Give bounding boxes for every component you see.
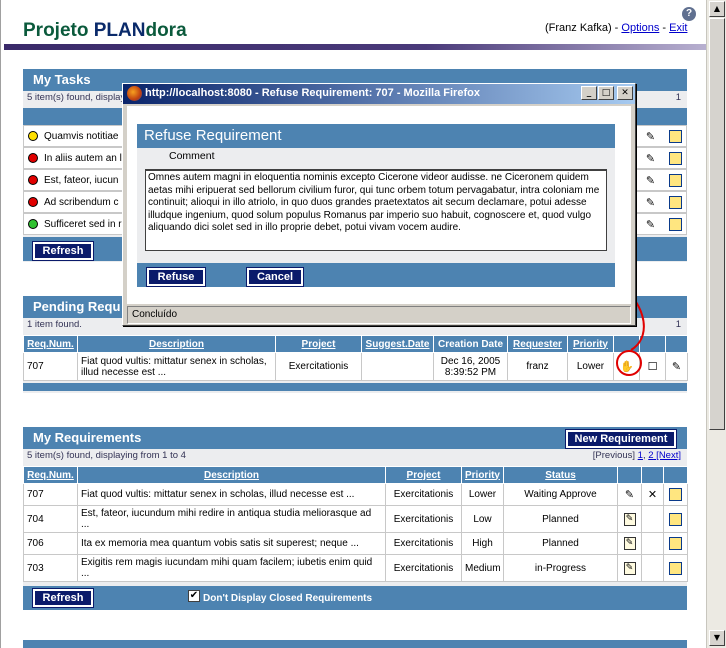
edit-note-icon[interactable]: ✎ [623,512,636,526]
refuse-button[interactable]: Refuse [147,268,205,286]
header-divider [4,44,707,50]
dialog-titlebar[interactable]: http://localhost:8080 - Refuse Requireme… [123,84,635,104]
dialog-content: Refuse Requirement Comment Omnes autem m… [127,106,631,304]
comment-label: Comment [137,148,615,165]
edit-note-icon[interactable]: ✎ [623,537,636,550]
close-button[interactable]: ✕ [617,86,633,100]
edit-pencil-icon[interactable]: ✎ [623,488,636,501]
comment-area: Omnes autem magni in eloquentia nominis … [137,165,615,263]
col-status[interactable]: Status [503,466,618,484]
edit-pencil-icon[interactable]: ✎ [644,218,657,231]
new-requirement-button[interactable]: New Requirement [566,430,676,448]
table-row: 703 Exigitis rem magis iucundam mihi quam… [23,554,688,582]
minimize-button[interactable]: _ [581,86,597,100]
details-book-icon[interactable] [669,130,682,143]
vertical-scrollbar[interactable]: ▲ ▼ [706,0,726,648]
details-book-icon[interactable] [669,152,682,165]
pager: [Previous] 1, 2 [Next] [592,450,681,461]
edit-pencil-icon[interactable]: ✎ [644,152,657,165]
maximize-button[interactable]: □ [598,86,614,100]
col-req-num[interactable]: Req.Num. [23,335,78,353]
comment-textarea[interactable]: Omnes autem magni in eloquentia nominis … [145,169,607,251]
priority-dot-icon [28,219,38,229]
my-requirements-info: 5 item(s) found, displaying from 1 to 4[… [27,450,681,461]
edit-note-icon[interactable]: ✎ [623,561,636,575]
details-book-icon[interactable] [669,174,682,187]
col-project[interactable]: Project [275,335,362,353]
scroll-thumb[interactable] [709,18,725,430]
col-req-num[interactable]: Req.Num. [23,466,78,484]
pending-footer [23,383,687,391]
table-row: 704 Est, fateor, iucundum mihi redire in … [23,505,688,533]
browser-viewport: Projeto PLANdora ? (Franz Kafka) - Optio… [0,0,707,648]
col-priority[interactable]: Priority [461,466,504,484]
details-book-icon[interactable] [669,512,682,526]
exit-link[interactable]: Exit [669,22,687,34]
refresh-button[interactable]: Refresh [33,589,93,607]
priority-dot-icon [28,131,38,141]
edit-pencil-icon[interactable]: ✎ [670,360,683,373]
options-link[interactable]: Options [621,22,659,34]
app-logo[interactable]: Projeto PLANdora [23,20,187,42]
table-row: 706 Ita ex memoria mea quantum vobis sati… [23,532,688,555]
refresh-button[interactable]: Refresh [33,242,93,260]
details-book-icon[interactable] [669,196,682,209]
dialog-heading: Refuse Requirement [137,124,615,148]
next-link[interactable]: [Next] [654,450,681,461]
dialog-button-bar: Refuse Cancel [137,263,615,287]
col-description[interactable]: Description [77,466,386,484]
details-book-icon[interactable] [669,218,682,231]
col-suggest-date[interactable]: Suggest.Date [361,335,434,353]
closed-requirements-checkbox[interactable]: ✔ [188,590,200,602]
delete-x-icon[interactable]: ✕ [646,488,659,501]
table-row: 707 Fiat quod vultis: mittatur senex in s… [23,483,688,506]
col-project[interactable]: Project [385,466,462,484]
details-book-icon[interactable] [669,537,682,550]
priority-dot-icon [28,175,38,185]
browser-status-bar: Concluído [127,306,631,324]
user-menu: (Franz Kafka) - Options - Exit [545,22,688,34]
col-requester[interactable]: Requester [507,335,568,353]
my-requirements-footer: Refresh ✔ Don't Display Closed Requireme… [23,586,687,610]
edit-pencil-icon[interactable]: ✎ [644,130,657,143]
checkbox-label: Don't Display Closed Requirements [203,593,373,604]
scroll-down-icon[interactable]: ▼ [709,630,725,646]
col-creation-date: Creation Date [433,335,508,353]
priority-dot-icon [28,153,38,163]
firefox-icon [127,86,142,101]
refuse-requirement-dialog: http://localhost:8080 - Refuse Requireme… [122,83,636,326]
details-book-icon[interactable] [669,488,682,501]
scroll-up-icon[interactable]: ▲ [709,1,725,17]
priority-dot-icon [28,197,38,207]
edit-pencil-icon[interactable]: ✎ [644,174,657,187]
col-description[interactable]: Description [77,335,276,353]
page-footer-bar [23,640,687,648]
edit-pencil-icon[interactable]: ✎ [644,196,657,209]
help-icon[interactable]: ? [682,7,696,21]
my-requirements-panel: My Requirements New Requirement 5 item(s… [23,427,688,610]
my-requirements-table: Req.Num. Description Project Priority St… [23,466,688,582]
cancel-button[interactable]: Cancel [247,268,303,286]
details-book-icon[interactable] [669,561,682,575]
